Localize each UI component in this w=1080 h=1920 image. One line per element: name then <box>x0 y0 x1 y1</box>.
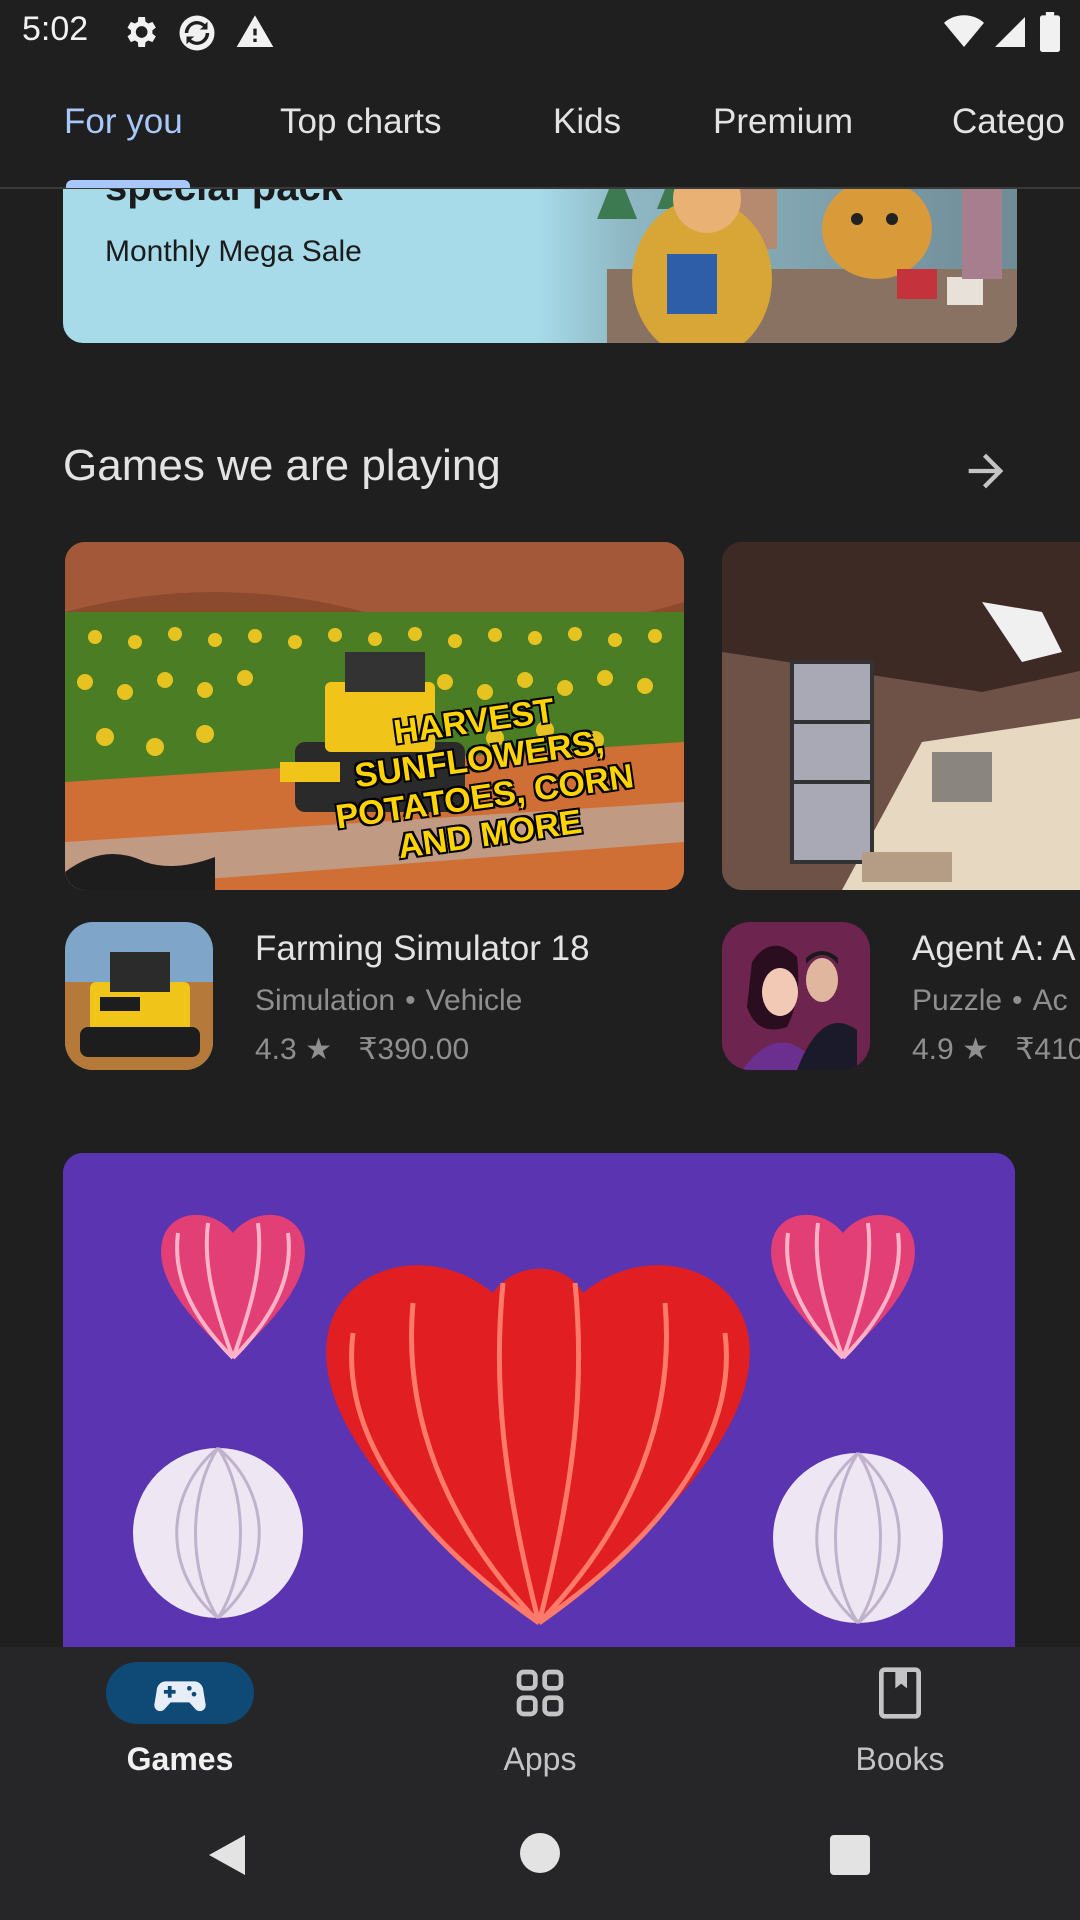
hearts-artwork <box>63 1153 1015 1647</box>
battery-icon <box>1040 12 1060 52</box>
nav-label: Apps <box>503 1741 577 1777</box>
wifi-icon <box>944 15 984 48</box>
status-time: 5:02 <box>22 10 89 48</box>
promo-subtitle: Monthly Mega Sale <box>105 235 362 268</box>
section-title: Games we are playing <box>63 441 501 490</box>
tab-for-you[interactable]: For you <box>64 102 183 142</box>
star-icon: ★ <box>305 1033 332 1066</box>
tab-premium[interactable]: Premium <box>713 102 853 142</box>
app-price: ₹410 <box>1015 1033 1080 1066</box>
app-rating: 4.3 <box>255 1033 297 1066</box>
promo-artwork <box>537 189 1017 343</box>
hearts-promo-card[interactable] <box>63 1153 1015 1647</box>
tab-kids[interactable]: Kids <box>553 102 621 142</box>
bookmark-book-icon <box>879 1667 921 1719</box>
gamepad-icon <box>154 1681 206 1712</box>
app-rating: 4.9 <box>912 1033 954 1066</box>
back-icon[interactable] <box>205 1831 249 1879</box>
feed-content[interactable]: special pack Monthly Mega Sale <box>0 189 1080 1647</box>
promo-card[interactable]: special pack Monthly Mega Sale <box>63 189 1017 343</box>
app-categories: Simulation • Vehicle <box>255 984 523 1017</box>
system-navigation-bar <box>0 1793 1080 1920</box>
app-category: Puzzle <box>912 984 1003 1017</box>
tab-categories[interactable]: Catego <box>952 102 1065 142</box>
agent-a-banner-artwork <box>722 542 1080 890</box>
nav-games[interactable]: Games <box>90 1647 290 1793</box>
top-tabs: For you Top charts Kids Premium Catego <box>0 76 1080 188</box>
game-banner-farming-simulator[interactable]: HARVEST SUNFLOWERS, POTATOES, CORN AND M… <box>65 542 684 890</box>
warning-icon <box>236 15 274 48</box>
promo-title: special pack <box>105 189 343 210</box>
recents-icon[interactable] <box>830 1835 870 1875</box>
app-name[interactable]: Farming Simulator 18 <box>255 929 590 969</box>
star-icon: ★ <box>962 1033 989 1066</box>
home-icon[interactable] <box>520 1833 560 1873</box>
app-category: Simulation <box>255 984 396 1017</box>
arrow-right-icon[interactable] <box>960 445 1012 497</box>
nav-label: Books <box>855 1741 945 1777</box>
nav-apps[interactable]: Apps <box>450 1647 650 1793</box>
agent-a-icon <box>722 922 870 1070</box>
app-name[interactable]: Agent A: A <box>912 929 1075 969</box>
nav-books[interactable]: Books <box>810 1647 1010 1793</box>
app-category: Ac <box>1032 984 1068 1017</box>
play-store-screen: 5:02 For you Top charts Kids Premium Cat <box>0 0 1080 1920</box>
active-tab-indicator <box>66 180 190 188</box>
app-category: Vehicle <box>425 984 523 1017</box>
app-meta: 4.9 ★ ₹410 <box>912 1032 1080 1067</box>
app-price: ₹390.00 <box>358 1033 470 1066</box>
status-bar: 5:02 <box>0 0 1080 64</box>
apps-grid-icon <box>516 1669 564 1717</box>
nav-label: Games <box>126 1741 234 1777</box>
gear-icon <box>127 17 156 47</box>
farming-simulator-icon <box>65 922 213 1070</box>
game-banner-agent-a[interactable] <box>722 542 1080 890</box>
app-meta: 4.3 ★ ₹390.00 <box>255 1032 469 1067</box>
sync-icon <box>179 15 215 51</box>
agent-a-app-icon[interactable] <box>722 922 870 1070</box>
bottom-navigation: Games Apps Books <box>0 1647 1080 1793</box>
tab-top-charts[interactable]: Top charts <box>280 102 441 142</box>
farming-simulator-app-icon[interactable] <box>65 922 213 1070</box>
signal-icon <box>995 17 1025 47</box>
app-categories: Puzzle • Ac <box>912 984 1068 1017</box>
